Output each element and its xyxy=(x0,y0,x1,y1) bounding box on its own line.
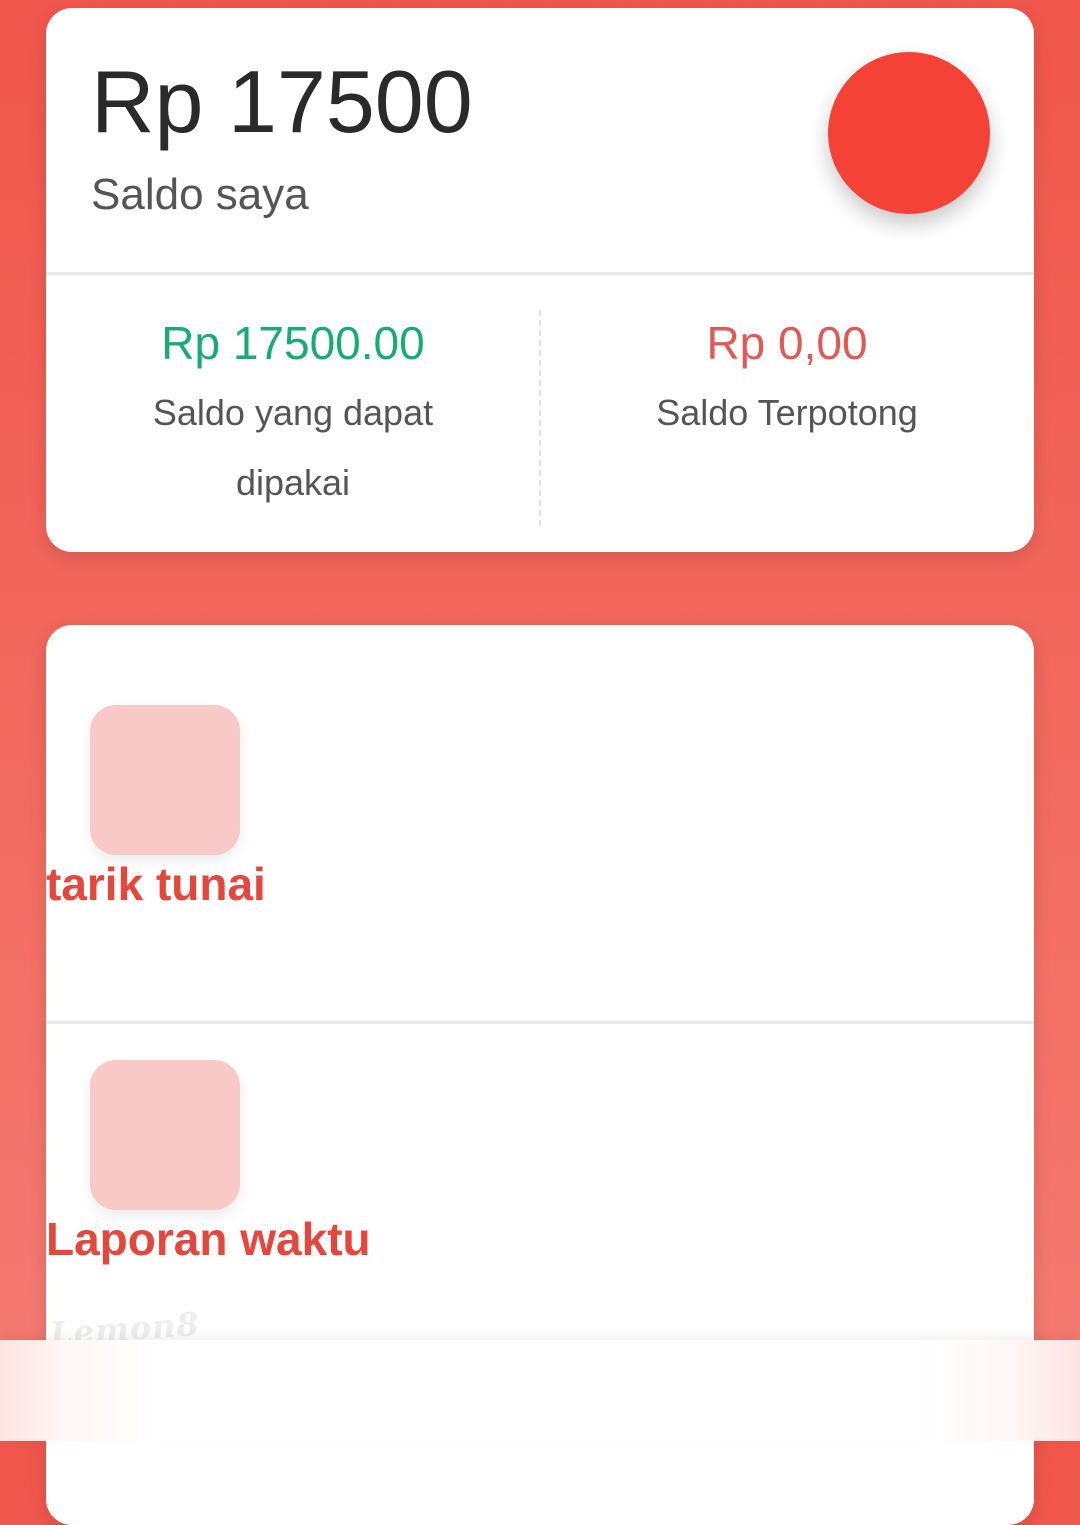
avatar[interactable] xyxy=(828,52,990,214)
menu-item-tarik-tunai[interactable]: tarik tunai xyxy=(46,625,1034,1021)
menu-item-label: Laporan waktu xyxy=(46,1213,371,1265)
balance-summary: Rp 17500 Saldo saya xyxy=(46,8,1034,272)
divider xyxy=(46,272,1034,275)
report-icon xyxy=(90,1060,240,1210)
balance-label: Saldo saya xyxy=(91,170,309,219)
bottom-bar xyxy=(0,1340,1080,1441)
available-balance: Rp 17500.00 Saldo yang dapat dipakai xyxy=(46,308,540,518)
balance-card: Rp 17500 Saldo saya Rp 17500.00 Saldo ya… xyxy=(46,8,1034,552)
balance-amount: Rp 17500 xyxy=(91,52,473,151)
deducted-balance: Rp 0,00 Saldo Terpotong xyxy=(540,308,1034,448)
available-balance-value: Rp 17500.00 xyxy=(161,317,425,369)
menu-item-label: tarik tunai xyxy=(46,858,266,910)
deducted-balance-value: Rp 0,00 xyxy=(706,317,868,369)
withdraw-icon xyxy=(90,705,240,855)
available-balance-label: Saldo yang dapat dipakai xyxy=(152,392,434,503)
deducted-balance-label: Saldo Terpotong xyxy=(656,392,918,433)
